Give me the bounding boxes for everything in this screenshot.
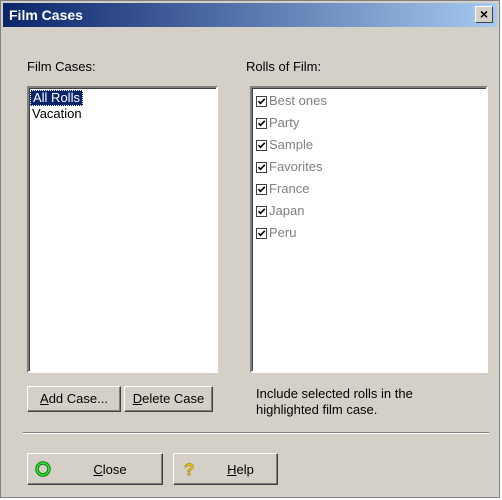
checkbox[interactable] [256,139,267,151]
list-item-vacation[interactable]: Vacation [29,106,216,122]
roll-item-label: Best ones [269,93,327,108]
checkbox[interactable] [256,161,267,173]
checkbox[interactable] [256,117,267,129]
roll-item-label: Peru [269,225,297,240]
rolls-of-film-list[interactable]: Best ones Party Sample Favorites France Japan… [250,86,488,373]
window-title: Film Cases [9,7,83,23]
delete-case-button[interactable]: Delete Case [124,386,213,412]
add-case-button[interactable]: Add Case... [27,386,121,412]
roll-item[interactable]: Party [252,112,486,134]
film-cases-label: Film Cases: [27,59,96,74]
list-item-all-rolls[interactable]: All Rolls [30,90,83,106]
separator [23,432,489,434]
info-text: Include selected rolls in the highlighte… [256,386,413,417]
roll-item-label: Japan [269,203,305,218]
rolls-of-film-label: Rolls of Film: [246,59,322,74]
checkbox[interactable] [256,95,267,107]
roll-item-label: Party [269,115,300,130]
film-cases-dialog: Film Cases × Film Cases: All Rolls Vacat… [0,0,500,498]
roll-item[interactable]: Sample [252,134,486,156]
roll-item[interactable]: Best ones [252,90,486,112]
checkbox[interactable] [256,205,267,217]
window-close-button[interactable]: × [475,6,493,23]
checkbox[interactable] [256,183,267,195]
film-cases-list[interactable]: All Rolls Vacation [27,86,218,373]
title-bar: Film Cases × [3,3,497,27]
roll-item[interactable]: Japan [252,200,486,222]
roll-item[interactable]: Peru [252,222,486,244]
roll-item[interactable]: Favorites [252,156,486,178]
yellow-question-icon: ? [174,460,204,478]
checkbox[interactable] [256,227,267,239]
roll-item-label: France [269,181,310,196]
svg-text:?: ? [184,460,194,478]
close-button[interactable]: Close [27,453,163,485]
green-ring-icon [28,460,58,478]
roll-item[interactable]: France [252,178,486,200]
roll-item-label: Sample [269,137,314,152]
roll-item-label: Favorites [269,159,323,174]
help-button[interactable]: ? Help [173,453,278,485]
